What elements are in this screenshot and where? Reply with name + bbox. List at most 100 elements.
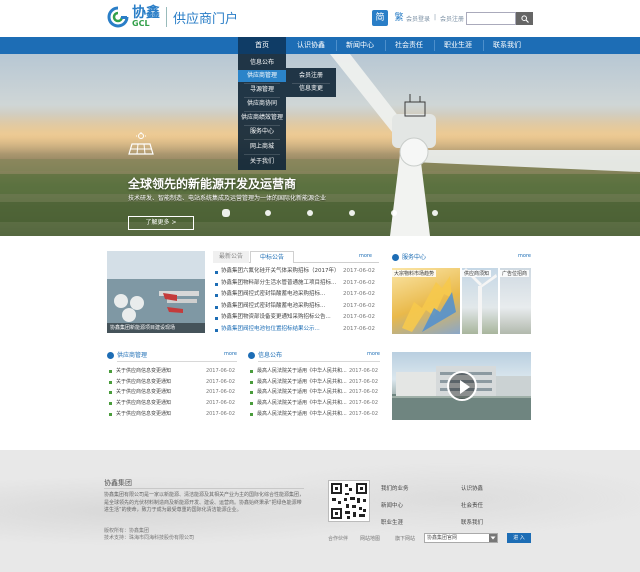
nav-home[interactable]: 首页 (238, 37, 286, 54)
play-icon[interactable] (447, 371, 477, 401)
footer-link-career[interactable]: 职业生涯 (381, 518, 403, 526)
lang-traditional-button[interactable]: 繁 (391, 10, 407, 26)
carousel-dot-3[interactable] (307, 210, 313, 216)
news-title[interactable]: 协鑫集团阀控式密封铅酸蓄电池采购招标... (221, 289, 337, 301)
search-input[interactable] (466, 12, 516, 25)
list-item[interactable]: 关于供应商信息变更通知 2017-06-02 (107, 387, 237, 398)
section-divider (258, 361, 380, 362)
item-date: 2017-06-02 (205, 400, 235, 407)
enter-button[interactable]: 进 入 (507, 533, 531, 543)
submenu-item-change[interactable]: 信息变更 (286, 83, 336, 95)
footer-link-social[interactable]: 社会责任 (461, 501, 483, 509)
footer-divider (104, 488, 304, 489)
footer-sitemap-link[interactable]: 网站地图 (360, 535, 380, 542)
login-link[interactable]: 会员登录 (406, 14, 430, 23)
list-item[interactable]: 协鑫集团物料部分生活水管普通施工项目招标... 2017-06-02 (213, 278, 379, 290)
list-item[interactable]: 关于供应商信息变更通知 2017-06-02 (107, 377, 237, 388)
dropdown-menu: 信息公布 供应商管理 寻源管理 供应商协同 供应商绩效管理 服务中心 网上商城 … (238, 54, 286, 170)
item-title[interactable]: 最高人民法院关于适用《中华人民共和... (257, 398, 347, 409)
footer-link-business[interactable]: 我们的业务 (381, 484, 409, 492)
list-item[interactable]: 最高人民法院关于适用《中华人民共和... 2017-06-02 (248, 387, 380, 398)
item-title[interactable]: 关于供应商信息变更通知 (116, 366, 171, 377)
logo[interactable]: 协鑫 GCL 供应商门户 (107, 6, 238, 28)
item-title[interactable]: 最高人民法院关于适用《中华人民共和... (257, 409, 347, 420)
news-title[interactable]: 协鑫集团物资部设备变更通知采购招标公告... (221, 312, 337, 324)
list-item[interactable]: 协鑫集团六氟化硅开关气体采购招标（2017年） 2017-06-02 (213, 266, 379, 278)
footer-link-about[interactable]: 认识协鑫 (461, 484, 483, 492)
nav-career[interactable]: 职业生涯 (435, 37, 481, 54)
lang-simplified-button[interactable]: 简 (372, 10, 388, 26)
bullet-icon (250, 380, 253, 384)
list-item[interactable]: 关于供应商信息变更通知 2017-06-02 (107, 366, 237, 377)
service-tile-label: 广告位招商 (500, 270, 530, 277)
dropdown-item-sourcing[interactable]: 寻源管理 (238, 84, 286, 96)
item-title[interactable]: 关于供应商信息变更通知 (116, 398, 171, 409)
nav-contact[interactable]: 联系我们 (484, 37, 530, 54)
list-item[interactable]: 协鑫集团物资部设备变更通知采购招标公告... 2017-06-02 (213, 312, 379, 324)
dropdown-item-about[interactable]: 关于我们 (238, 156, 286, 168)
register-link[interactable]: 会员注册 (440, 14, 464, 23)
carousel-dot-6[interactable] (432, 210, 438, 216)
news-tabs: 最新公告 中标公告 (213, 251, 379, 263)
bullet-icon (215, 317, 218, 321)
list-item[interactable]: 最高人民法院关于适用《中华人民共和... 2017-06-02 (248, 377, 380, 388)
list-item[interactable]: 关于供应商信息变更通知 2017-06-02 (107, 398, 237, 409)
logo-cn-text: 协鑫 (132, 5, 160, 21)
item-title[interactable]: 关于供应商信息变更通知 (116, 387, 171, 398)
news-photo[interactable]: 协鑫集团新能源项目建设现场 (107, 251, 205, 333)
banner-more-button[interactable]: 了解更多 > (128, 216, 194, 230)
item-title[interactable]: 关于供应商信息变更通知 (116, 377, 171, 388)
news-title[interactable]: 协鑫集团阀控电池包位置招标结果公示... (221, 324, 337, 336)
list-item[interactable]: 协鑫集团阀控式密封铅酸蓄电池采购招标... 2017-06-02 (213, 301, 379, 313)
dropdown-item-mall[interactable]: 网上商城 (238, 141, 286, 153)
nav-about[interactable]: 认识协鑫 (288, 37, 334, 54)
dropdown-item-collab[interactable]: 供应商协同 (238, 98, 286, 110)
list-item[interactable]: 最高人民法院关于适用《中华人民共和... 2017-06-02 (248, 398, 380, 409)
footer-link-contact[interactable]: 联系我们 (461, 518, 483, 526)
dropdown-item-performance[interactable]: 供应商绩效管理 (238, 112, 286, 124)
dropdown-divider (244, 154, 280, 155)
tab-bid-notice[interactable]: 中标公告 (250, 251, 294, 263)
service-tile-notice[interactable]: 供应商须知 (462, 268, 498, 334)
supplier-more-link[interactable]: more (224, 351, 237, 357)
submenu-item-register[interactable]: 会员注册 (286, 70, 336, 82)
carousel-dot-4[interactable] (349, 210, 355, 216)
carousel-dot-1[interactable] (222, 209, 230, 217)
list-item[interactable]: 协鑫集团阀控式密封铅酸蓄电池采购招标... 2017-06-02 (213, 289, 379, 301)
footer-partner-link[interactable]: 合作伙伴 (328, 535, 348, 542)
list-item[interactable]: 关于供应商信息变更通知 2017-06-02 (107, 409, 237, 420)
nav-news[interactable]: 新闻中心 (337, 37, 383, 54)
service-tile-ads[interactable]: 广告位招商 (500, 268, 531, 334)
list-item[interactable]: 协鑫集团阀控电池包位置招标结果公示... 2017-06-02 (213, 324, 379, 336)
service-tile-market[interactable]: 大宗物料市场趋势 (392, 268, 460, 334)
list-item[interactable]: 最高人民法院关于适用《中华人民共和... 2017-06-02 (248, 409, 380, 420)
carousel-dot-5[interactable] (391, 210, 397, 216)
list-item[interactable]: 最高人民法院关于适用《中华人民共和... 2017-06-02 (248, 366, 380, 377)
video-player[interactable] (392, 352, 531, 420)
carousel-dot-2[interactable] (265, 210, 271, 216)
nav-social[interactable]: 社会责任 (386, 37, 432, 54)
header: 协鑫 GCL 供应商门户 简 繁 会员登录 | 会员注册 (0, 0, 640, 37)
info-more-link[interactable]: more (367, 351, 380, 357)
news-more-link[interactable]: more (359, 253, 372, 259)
site-select[interactable]: 协鑫集团官网 (424, 533, 498, 543)
dropdown-item-info[interactable]: 信息公布 (238, 57, 286, 69)
item-title[interactable]: 最高人民法院关于适用《中华人民共和... (257, 387, 347, 398)
dropdown-item-supplier-mgmt[interactable]: 供应商管理 (238, 70, 286, 82)
footer-link-news[interactable]: 新闻中心 (381, 501, 403, 509)
bullet-icon (109, 380, 112, 384)
news-title[interactable]: 协鑫集团六氟化硅开关气体采购招标（2017年） (221, 266, 337, 278)
tab-latest-notice[interactable]: 最新公告 (213, 251, 249, 263)
item-title[interactable]: 最高人民法院关于适用《中华人民共和... (257, 377, 347, 388)
dropdown-item-service[interactable]: 服务中心 (238, 126, 286, 138)
search-button[interactable] (516, 12, 533, 25)
news-title[interactable]: 协鑫集团物料部分生活水管普通施工项目招标... (221, 278, 337, 290)
item-title[interactable]: 最高人民法院关于适用《中华人民共和... (257, 366, 347, 377)
service-more-link[interactable]: more (518, 253, 531, 259)
item-date: 2017-06-02 (348, 389, 378, 396)
service-center-header: 服务中心 more (392, 253, 531, 263)
news-title[interactable]: 协鑫集团阀控式密封铅酸蓄电池采购招标... (221, 301, 337, 313)
item-title[interactable]: 关于供应商信息变更通知 (116, 409, 171, 420)
footer-group-sites-label: 旗下网站 (395, 536, 416, 542)
footer (0, 450, 640, 572)
